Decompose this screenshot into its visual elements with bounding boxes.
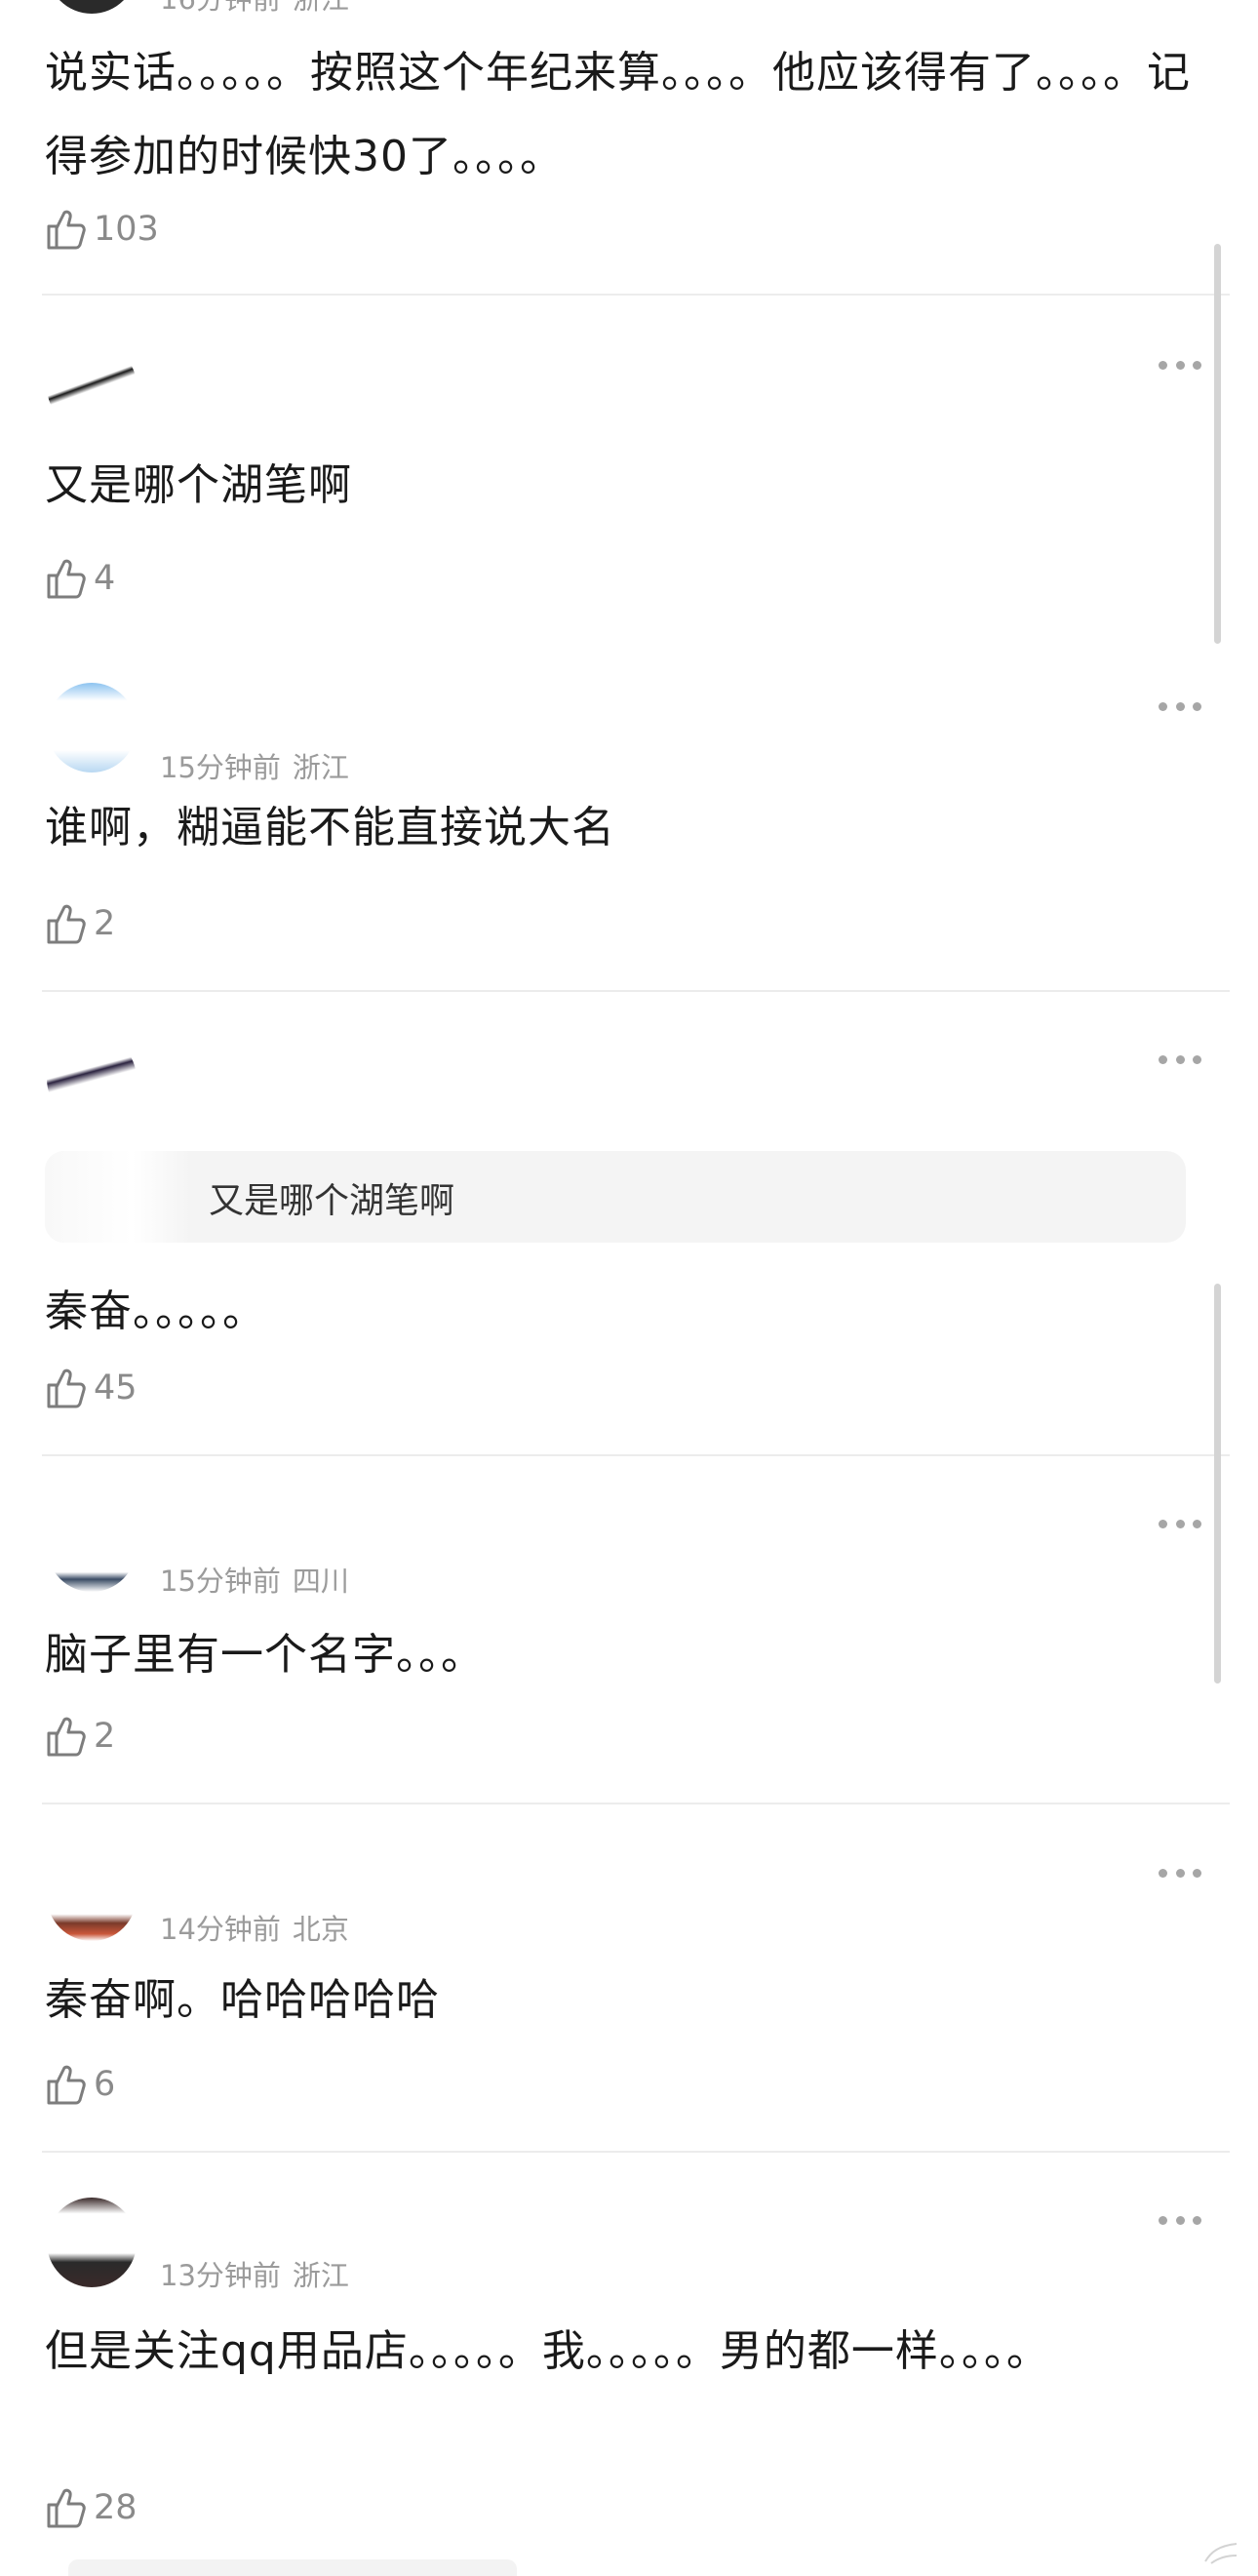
comment-location: 浙江	[293, 0, 349, 16]
comment-location: 浙江	[292, 2259, 349, 2292]
comment-text: 又是哪个湖笔啊	[45, 460, 352, 510]
comment-meta: 15分钟前 浙江	[160, 745, 349, 786]
comment-location: 北京	[292, 1913, 349, 1946]
thumbs-up-icon	[47, 1368, 86, 1408]
thumbs-up-icon	[47, 1717, 86, 1757]
like-button[interactable]: 2	[45, 899, 115, 948]
scrollbar[interactable]	[1214, 1284, 1221, 1684]
thumbs-up-icon	[47, 2488, 86, 2528]
comment-time: 16分钟前	[160, 0, 281, 16]
avatar[interactable]	[47, 1502, 137, 1592]
comment-meta: 15分钟前 四川	[160, 1559, 349, 1600]
avatar[interactable]	[47, 2198, 137, 2287]
like-button[interactable]: 6	[45, 2060, 115, 2109]
comment-text: 谁啊，糊逼能不能直接说大名	[45, 803, 615, 852]
comment-time: 14分钟前	[160, 1913, 281, 1946]
like-button[interactable]: 45	[45, 1364, 138, 1412]
like-count: 2	[94, 904, 116, 943]
more-options-button[interactable]	[1159, 2212, 1201, 2228]
divider	[42, 1803, 1230, 1804]
like-button[interactable]: 103	[45, 205, 159, 254]
comment-text: 秦奋啊。哈哈哈哈哈	[45, 1975, 440, 2025]
thumbs-up-icon	[47, 210, 86, 250]
comment-location: 四川	[292, 1565, 349, 1598]
like-button[interactable]: 28	[45, 2483, 138, 2532]
comment-location: 浙江	[292, 751, 349, 784]
like-count: 2	[94, 1717, 116, 1756]
more-options-button[interactable]	[1159, 1051, 1201, 1067]
like-button[interactable]: 2	[45, 1712, 115, 1761]
avatar[interactable]	[47, 341, 137, 431]
like-count: 4	[94, 559, 116, 598]
more-dots-icon	[1159, 1868, 1167, 1878]
avatar[interactable]	[47, 0, 137, 14]
comment-text: 但是关注qq用品店。。。。。我。。。。。男的都一样。。。。	[45, 2326, 1050, 2376]
like-count: 45	[94, 1368, 138, 1407]
comment-time: 15分钟前	[160, 751, 281, 784]
avatar[interactable]	[47, 683, 137, 773]
more-options-button[interactable]	[1159, 698, 1201, 714]
more-dots-icon	[1159, 701, 1167, 711]
more-options-button[interactable]	[1159, 357, 1201, 373]
like-button[interactable]: 4	[45, 554, 115, 603]
like-count: 103	[94, 210, 159, 249]
comment-time: 13分钟前	[160, 2259, 281, 2292]
thumbs-up-icon	[47, 2065, 86, 2105]
more-options-button[interactable]	[1159, 1865, 1201, 1881]
divider	[42, 2151, 1230, 2153]
more-dots-icon	[1159, 1054, 1167, 1064]
avatar[interactable]	[47, 1034, 137, 1124]
more-options-button[interactable]	[1159, 1516, 1201, 1531]
divider	[42, 1454, 1230, 1456]
bottom-input-bar[interactable]	[68, 2559, 517, 2576]
comment-text: 脑子里有一个名字。。。	[45, 1630, 485, 1680]
quoted-text: 又是哪个湖笔啊	[209, 1181, 455, 1221]
quoted-reply[interactable]: 又是哪个湖笔啊	[45, 1151, 1186, 1243]
divider	[42, 294, 1230, 296]
comment-meta: 13分钟前 浙江	[160, 2253, 349, 2294]
comment-meta: 16分钟前浙江	[160, 0, 349, 18]
thumbs-up-icon	[47, 904, 86, 944]
like-count: 6	[94, 2065, 116, 2104]
watermark-icon	[1204, 2543, 1238, 2564]
divider	[42, 990, 1230, 992]
comment-time: 15分钟前	[160, 1565, 281, 1598]
more-dots-icon	[1159, 2215, 1167, 2225]
avatar[interactable]	[47, 1851, 137, 1941]
more-dots-icon	[1159, 360, 1167, 370]
quoted-username	[45, 1151, 191, 1243]
comment-text: 说实话。。。。。按照这个年纪来算。。。。他应该得有了。。。。记得参加的时候快30…	[45, 48, 1191, 181]
comment-text: 秦奋。。。。。	[45, 1287, 266, 1336]
scrollbar[interactable]	[1214, 244, 1221, 644]
comment-meta: 14分钟前 北京	[160, 1907, 349, 1948]
thumbs-up-icon	[47, 559, 86, 599]
more-dots-icon	[1159, 1519, 1167, 1528]
like-count: 28	[94, 2488, 138, 2527]
